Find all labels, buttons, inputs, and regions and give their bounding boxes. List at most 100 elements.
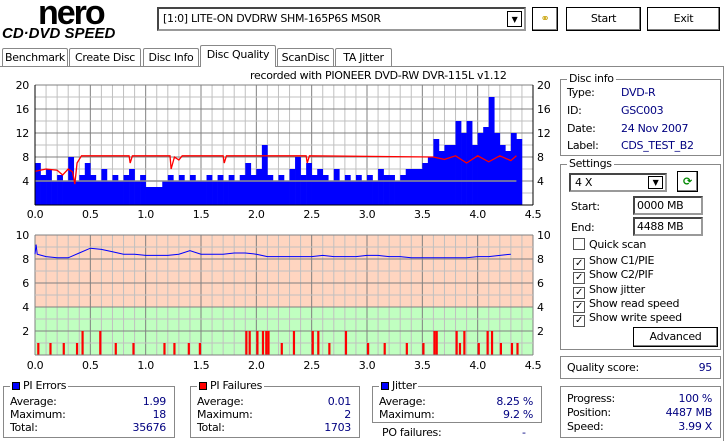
disc-type: DVD-R	[621, 86, 656, 99]
pie-bar	[472, 145, 478, 205]
pif-bar	[187, 343, 190, 355]
pie-bar	[261, 145, 268, 205]
show-read-speed-checkbox[interactable]: ✓ Show read speed	[573, 297, 680, 313]
x-tick-label: 0.0	[27, 208, 44, 221]
y-tick-label-left: 12	[16, 127, 29, 140]
pie-bar	[284, 181, 290, 205]
show-pif-checkbox[interactable]: ✓ Show C2/PIF	[573, 268, 654, 284]
pi-failures-maximum: 2	[344, 408, 351, 421]
pif-bar	[99, 331, 102, 355]
blue-swatch-icon	[381, 382, 389, 390]
pif-bar	[510, 343, 514, 355]
y-tick-label-right: 8	[537, 253, 544, 266]
disc-id: GSC003	[621, 104, 664, 117]
pie-bar	[145, 187, 152, 205]
pif-bar	[261, 331, 265, 355]
pie-bar	[516, 139, 523, 205]
progress-value: 100 %	[678, 392, 713, 405]
y-tick-label-right: 10	[537, 229, 551, 242]
checkmark-icon[interactable]: ✓	[573, 315, 585, 327]
pie-bar	[483, 127, 490, 205]
pie-bar	[306, 163, 312, 205]
total-label: Total:	[197, 421, 225, 434]
position-label: Position:	[567, 406, 611, 419]
maximum-label: Maximum:	[197, 408, 253, 421]
speed-label: Speed:	[567, 420, 604, 433]
end-input[interactable]: 4488 MB	[633, 217, 703, 236]
pie-bar	[123, 175, 130, 205]
pie-bar	[433, 139, 440, 205]
pie-bar	[195, 181, 202, 205]
pie-bar	[494, 133, 501, 205]
pie-bar	[272, 181, 279, 205]
advanced-button[interactable]: Advanced	[633, 327, 718, 347]
pie-bar	[383, 175, 390, 205]
settings-panel: Settings 4 X ▼ ⟳ Start: 0000 MB End: 448…	[560, 157, 721, 350]
pie-bar	[234, 181, 241, 205]
tab-disc-quality[interactable]: Disc Quality	[200, 45, 276, 67]
start-button[interactable]: Start	[566, 7, 641, 31]
quick-scan-checkbox[interactable]: Quick scan	[573, 238, 646, 252]
pie-bar	[178, 175, 185, 205]
show-jitter-checkbox[interactable]: ✓ Show jitter	[573, 283, 645, 299]
y-tick-label-right: 2	[537, 325, 544, 338]
pie-bar	[245, 163, 252, 205]
settings-title: Settings	[567, 157, 614, 170]
x-tick-label: 2.5	[303, 208, 320, 221]
pie-bar	[510, 133, 517, 205]
refresh-icon[interactable]: ⟳	[677, 171, 698, 192]
speed-select[interactable]: 4 X ▼	[569, 173, 667, 192]
chevron-down-icon[interactable]: ▼	[648, 176, 663, 189]
show-pie-checkbox[interactable]: ✓ Show C1/PIE	[573, 254, 654, 270]
speed-select-value: 4 X	[575, 176, 593, 189]
progress-label: Progress:	[567, 392, 615, 405]
average-label: Average:	[10, 395, 57, 408]
pif-bar	[173, 343, 176, 355]
pif-bar	[198, 343, 201, 355]
pif-bar	[344, 331, 348, 355]
pi-errors-total: 35676	[132, 421, 167, 434]
y-tick-label-left: 10	[16, 229, 30, 242]
pie-bar	[223, 181, 229, 205]
pif-bar	[75, 343, 79, 355]
pie-bar	[333, 169, 340, 205]
pif-bar	[37, 343, 40, 355]
pie-bar	[129, 169, 135, 205]
pie-bar	[151, 187, 158, 205]
y-tick-label-right: 8	[537, 151, 544, 164]
show-write-speed-checkbox[interactable]: ✓ Show write speed	[573, 311, 682, 327]
pif-bar	[422, 343, 425, 355]
red-swatch-icon	[199, 382, 207, 390]
pie-bar	[112, 175, 119, 205]
x-tick-label: 1.0	[137, 208, 154, 221]
pie-bar	[322, 175, 329, 205]
pie-bar	[455, 121, 462, 205]
disc-info-title: Disc info	[567, 72, 616, 85]
y-tick-label-right: 12	[537, 127, 550, 140]
pie-bar	[95, 181, 102, 205]
checkbox-label: Show read speed	[589, 297, 680, 310]
x-tick-label: 3.0	[359, 208, 376, 221]
pif-bar	[132, 343, 135, 355]
x-tick-label: 4.5	[525, 208, 542, 221]
pie-bar	[228, 175, 235, 205]
y-tick-label-left: 4	[22, 301, 29, 314]
y-tick-label-right: 16	[537, 103, 551, 116]
pie-bar	[499, 145, 506, 205]
pif-bar	[62, 343, 65, 355]
pi-errors-legend: PI Errors	[10, 379, 69, 392]
pie-bar	[51, 181, 58, 205]
checkbox-box[interactable]	[573, 238, 585, 250]
exit-button[interactable]: Exit	[647, 7, 720, 31]
quality-score-value: 95	[698, 361, 713, 374]
pie-bar	[361, 181, 368, 205]
pif-bar	[49, 343, 52, 355]
pie-bar	[278, 175, 285, 205]
speed-value: 3.99 X	[678, 420, 712, 433]
pie-bar	[167, 175, 174, 205]
start-input[interactable]: 0000 MB	[633, 196, 703, 215]
x-tick-label: 0.0	[27, 359, 44, 372]
pie-bar	[267, 175, 274, 205]
jitter-title: Jitter	[392, 379, 417, 392]
x-tick-label: 4.5	[525, 359, 542, 372]
